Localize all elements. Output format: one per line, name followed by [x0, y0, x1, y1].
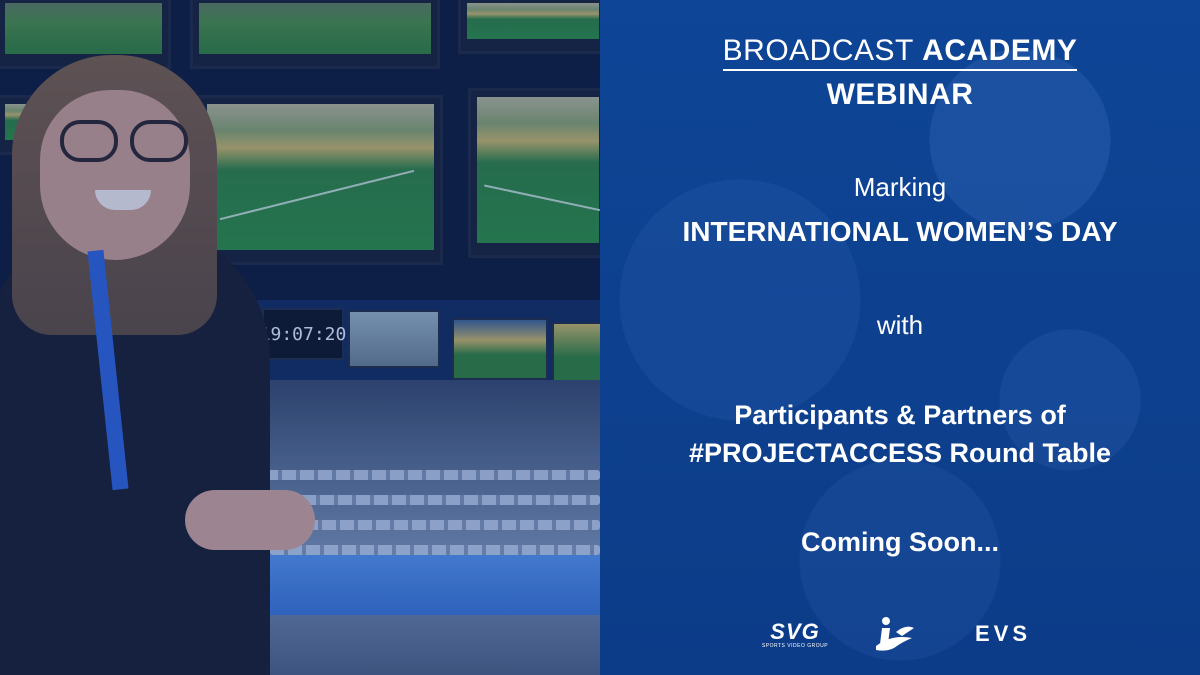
ibc-icon	[876, 617, 914, 651]
brand-light-text: BROADCAST	[722, 34, 914, 67]
evs-logo: EVS	[974, 621, 1032, 646]
coming-soon-label: Coming Soon...	[801, 527, 999, 557]
participants-line-1: Participants & Partners of	[734, 400, 1066, 430]
announcement-panel: BROADCAST ACADEMY WEBINAR Marking INTERN…	[600, 0, 1200, 675]
event-title: INTERNATIONAL WOMEN’S DAY	[682, 216, 1118, 247]
participants-line-2: #PROJECTACCESS Round Table	[688, 438, 1112, 468]
photo-tint-overlay	[0, 0, 600, 675]
ibc-logo	[868, 612, 922, 656]
hero-photo: 19:07:20	[0, 0, 600, 675]
marking-label: Marking	[853, 172, 947, 202]
svg-logo-subtitle: SPORTS VIDEO GROUP	[761, 643, 829, 649]
partner-logos: SVG SPORTS VIDEO GROUP EVS	[600, 612, 1200, 656]
brand-bold-text: ACADEMY	[922, 34, 1078, 67]
svg-logo-text: SVG	[770, 619, 820, 644]
svg-logo: SVG SPORTS VIDEO GROUP	[760, 612, 830, 656]
brand-underline: BROADCAST ACADEMY	[722, 34, 1078, 71]
with-label: with	[876, 310, 924, 340]
brand-heading: BROADCAST ACADEMY	[600, 34, 1200, 71]
participants-text: Participants & Partners of #PROJECTACCES…	[600, 396, 1200, 472]
webinar-label: WEBINAR	[826, 78, 974, 111]
